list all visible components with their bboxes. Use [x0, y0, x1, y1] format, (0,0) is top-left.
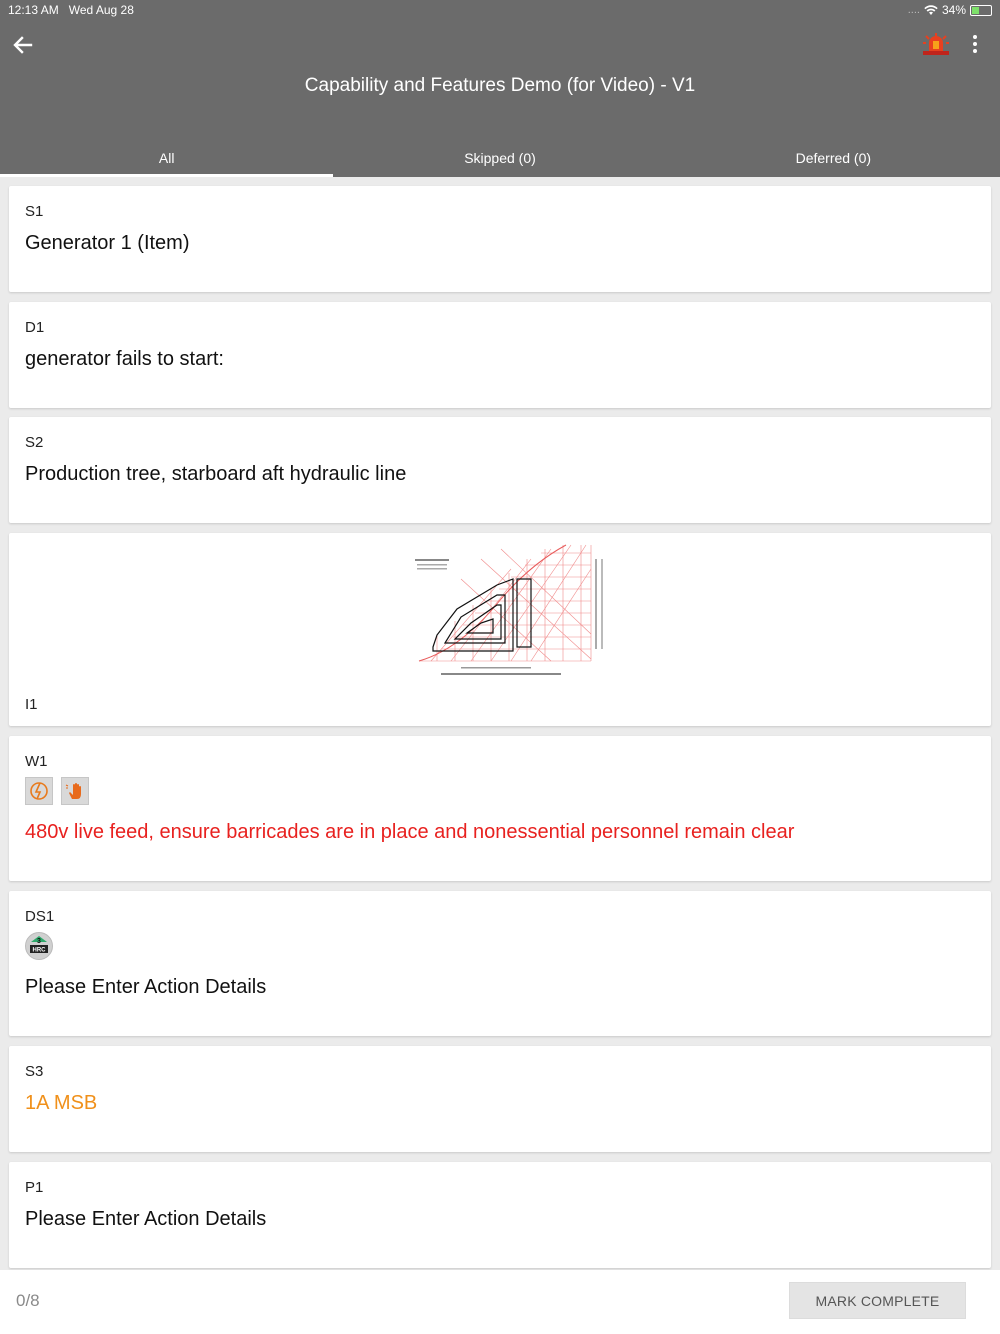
page-title: Capability and Features Demo (for Video)… — [304, 75, 696, 96]
ppe-badge-container: 3 HRC — [25, 932, 53, 960]
step-card-s2[interactable]: S2 Production tree, starboard aft hydrau… — [9, 417, 991, 523]
step-card-i1[interactable]: I1 — [9, 533, 991, 726]
hrc-badge-label: HRC — [33, 948, 47, 954]
warning-text: 480v live feed, ensure barricades are in… — [25, 821, 795, 843]
mark-complete-button[interactable]: MARK COMPLETE — [789, 1282, 966, 1319]
step-text: Production tree, starboard aft hydraulic… — [25, 463, 407, 485]
hrc-badge-icon: 3 HRC — [25, 932, 53, 960]
step-card-ds1[interactable]: DS1 3 HRC Please Enter Action Details — [9, 891, 991, 1036]
step-text: generator fails to start: — [25, 348, 224, 370]
status-date: Wed Aug 28 — [68, 3, 134, 17]
status-right: .... 34% — [908, 3, 992, 17]
step-text: 1A MSB — [25, 1092, 98, 1114]
signal-dots: .... — [907, 4, 920, 16]
tab-skipped[interactable]: Skipped (0) — [333, 140, 666, 177]
hrc-badge-number: 3 — [37, 938, 41, 945]
battery-percent: 34% — [941, 3, 966, 17]
step-card-s1[interactable]: S1 Generator 1 (Item) — [9, 186, 991, 292]
hand-hazard-icon — [61, 777, 89, 805]
status-time: 12:13 AM — [8, 3, 59, 17]
step-code: P1 — [25, 1179, 44, 1196]
wifi-icon — [924, 4, 938, 15]
tab-bar: All Skipped (0) Deferred (0) — [0, 140, 1000, 177]
step-code: S2 — [25, 434, 44, 451]
step-text: Generator 1 (Item) — [25, 232, 190, 254]
more-options-icon[interactable] — [966, 32, 984, 56]
battery-icon — [970, 4, 992, 16]
step-code: S1 — [25, 203, 44, 220]
footer-bar: 0/8 MARK COMPLETE — [0, 1270, 1000, 1334]
step-card-w1[interactable]: W1 480v live feed, ensure barricades are… — [9, 736, 991, 881]
back-arrow-icon[interactable] — [10, 32, 36, 58]
hazard-icons — [25, 777, 89, 805]
psychrometric-chart-image[interactable] — [401, 539, 609, 681]
step-card-d1[interactable]: D1 generator fails to start: — [9, 302, 991, 408]
step-code: D1 — [25, 319, 45, 336]
step-code: S3 — [25, 1063, 44, 1080]
step-list: S1 Generator 1 (Item) D1 generator fails… — [0, 177, 1000, 1270]
tab-deferred[interactable]: Deferred (0) — [667, 140, 1000, 177]
status-bar: 12:13 AM Wed Aug 28 .... 34% — [0, 0, 1000, 20]
progress-counter: 0/8 — [16, 1291, 40, 1310]
step-card-s3[interactable]: S3 1A MSB — [9, 1046, 991, 1152]
step-text: Please Enter Action Details — [25, 976, 267, 998]
step-text: Please Enter Action Details — [25, 1208, 267, 1230]
step-code: I1 — [25, 696, 38, 713]
alarm-beacon-icon[interactable] — [922, 32, 950, 56]
step-code: W1 — [25, 753, 48, 770]
electrical-hazard-icon — [25, 777, 53, 805]
tab-all[interactable]: All — [0, 140, 334, 177]
step-card-p1[interactable]: P1 Please Enter Action Details — [9, 1162, 991, 1268]
step-code: DS1 — [25, 908, 55, 925]
app-header: Capability and Features Demo (for Video)… — [0, 20, 1000, 177]
